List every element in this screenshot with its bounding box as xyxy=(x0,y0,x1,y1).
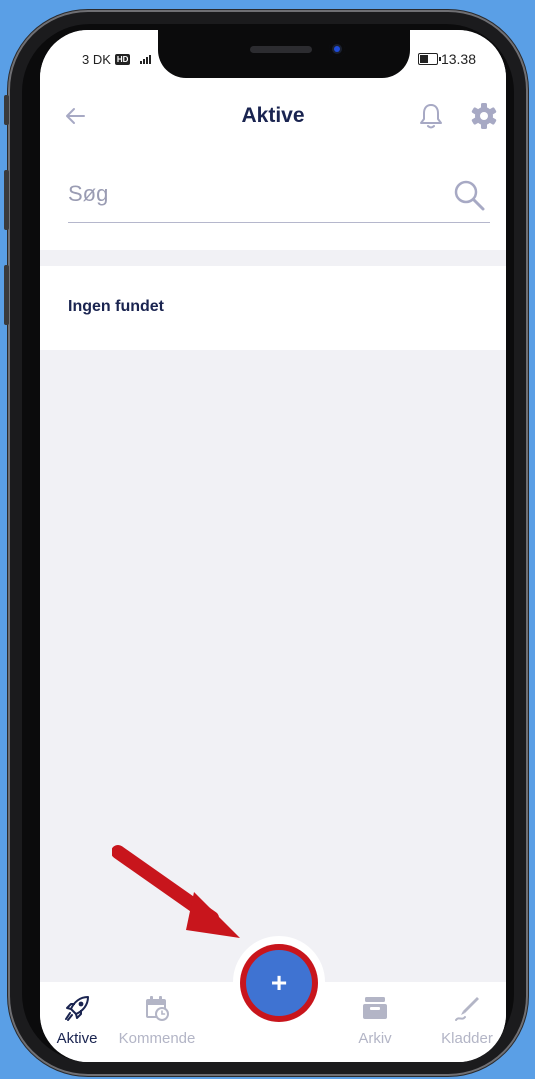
volume-button xyxy=(4,95,9,125)
hd-badge: HD xyxy=(114,54,131,65)
status-right: 13.38 xyxy=(417,51,476,67)
search-input[interactable] xyxy=(68,172,448,216)
rocket-icon xyxy=(63,994,91,1022)
results-list: Ingen fundet xyxy=(40,266,506,350)
calendar-clock-icon xyxy=(143,994,171,1022)
tab-aktive[interactable]: Aktive xyxy=(40,994,122,1047)
volume-up-button xyxy=(4,170,9,230)
search-section xyxy=(40,150,506,250)
search-icon[interactable] xyxy=(452,178,486,212)
bell-icon[interactable] xyxy=(416,100,446,132)
tab-kommende[interactable]: Kommende xyxy=(112,994,202,1047)
battery-icon xyxy=(417,53,441,65)
signal-icon xyxy=(140,55,152,64)
speaker-grille xyxy=(250,46,312,53)
tab-arkiv[interactable]: Arkiv xyxy=(330,994,420,1047)
annotation-arrow-icon xyxy=(112,845,240,938)
tab-label: Aktive xyxy=(56,1030,98,1047)
carrier-label: 3 DK xyxy=(82,52,111,67)
tab-label: Arkiv xyxy=(358,1030,392,1047)
phone-notch xyxy=(158,30,410,78)
empty-state-message: Ingen fundet xyxy=(68,298,164,315)
archive-box-icon xyxy=(361,994,389,1022)
volume-down-button xyxy=(4,265,9,325)
tab-label: Kladder xyxy=(441,1030,493,1047)
search-field xyxy=(68,172,490,223)
status-left: 3 DK HD xyxy=(82,52,152,67)
gear-icon[interactable] xyxy=(468,100,500,132)
app-bar: Aktive xyxy=(40,86,506,150)
tab-label: Kommende xyxy=(118,1030,196,1047)
phone-screen: 3 DK HD 13.38 Aktive Søg Ingen fundet Ak… xyxy=(40,30,506,1062)
tab-kladder[interactable]: Kladder xyxy=(422,994,506,1047)
add-button[interactable]: + xyxy=(240,944,318,1022)
front-camera xyxy=(329,41,345,57)
pen-icon xyxy=(453,994,481,1022)
clock: 13.38 xyxy=(440,51,476,67)
plus-icon: + xyxy=(246,950,312,1016)
